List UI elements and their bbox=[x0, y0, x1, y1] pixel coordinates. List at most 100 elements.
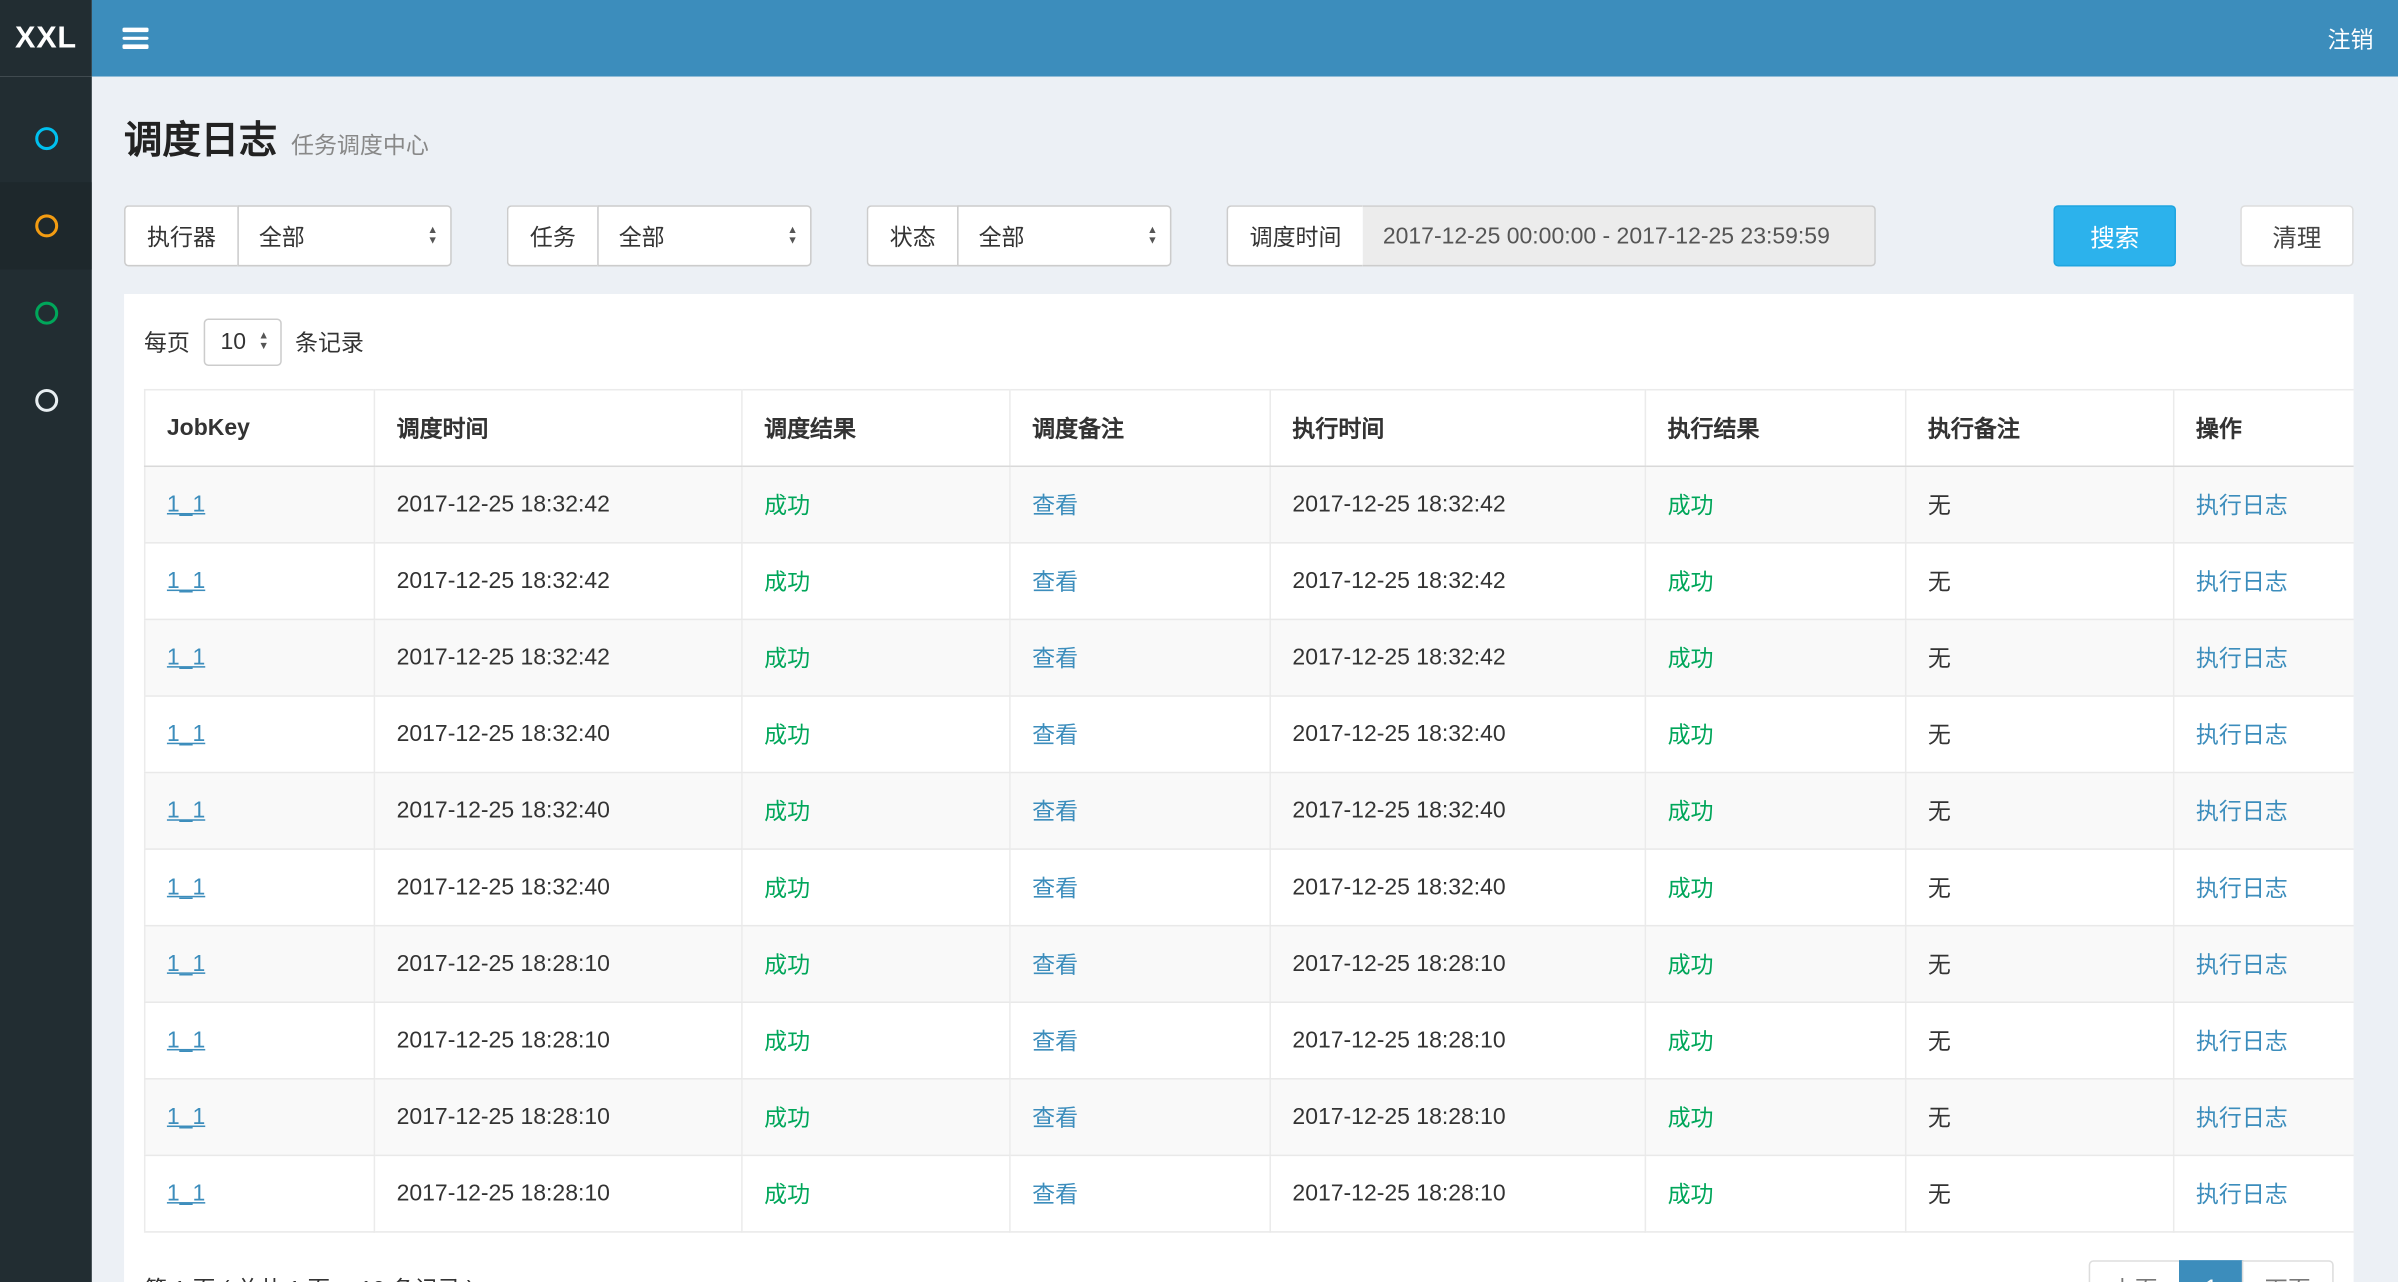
jobkey-link[interactable]: 1_1 bbox=[167, 1181, 205, 1207]
status-filter-group: 状态 全部 ▲▼ bbox=[867, 205, 1172, 266]
select-stepper-icon: ▲▼ bbox=[787, 226, 798, 246]
trigger-remark-link[interactable]: 查看 bbox=[1032, 1106, 1078, 1132]
page-header: 调度日志任务调度中心 bbox=[124, 110, 2354, 165]
jobkey-link[interactable]: 1_1 bbox=[167, 1104, 205, 1130]
trigger-remark-link[interactable]: 查看 bbox=[1032, 723, 1078, 749]
content: 调度日志任务调度中心 执行器 全部 ▲▼ 任务 全部 ▲▼ bbox=[92, 77, 2398, 1282]
logout-link[interactable]: 注销 bbox=[2328, 22, 2374, 54]
exec-log-link[interactable]: 执行日志 bbox=[2196, 1029, 2288, 1055]
select-stepper-icon: ▲▼ bbox=[427, 226, 438, 246]
executor-filter-label: 执行器 bbox=[124, 205, 237, 266]
exec-result-cell: 成功 bbox=[1645, 619, 1905, 696]
sidebar-item-4[interactable] bbox=[0, 357, 92, 444]
jobkey-link[interactable]: 1_1 bbox=[167, 645, 205, 671]
page-size-select[interactable]: 10 ▲▼ bbox=[204, 319, 282, 366]
status-select[interactable]: 全部 ▲▼ bbox=[957, 205, 1171, 266]
exec-time-cell: 2017-12-25 18:32:42 bbox=[1270, 466, 1645, 543]
exec-result-cell: 成功 bbox=[1645, 1079, 1905, 1156]
page-size-prefix: 每页 bbox=[144, 326, 190, 358]
trigger-time-cell: 2017-12-25 18:28:10 bbox=[374, 1079, 742, 1156]
table-row: 1_12017-12-25 18:32:42成功查看2017-12-25 18:… bbox=[145, 543, 2354, 620]
trigger-remark-link[interactable]: 查看 bbox=[1032, 493, 1078, 519]
job-select[interactable]: 全部 ▲▼ bbox=[597, 205, 811, 266]
executor-select[interactable]: 全部 ▲▼ bbox=[237, 205, 451, 266]
sidebar-item-1[interactable] bbox=[0, 95, 92, 182]
jobkey-link[interactable]: 1_1 bbox=[167, 721, 205, 747]
exec-log-link[interactable]: 执行日志 bbox=[2196, 1106, 2288, 1132]
jobkey-link[interactable]: 1_1 bbox=[167, 951, 205, 977]
sidebar-item-3[interactable] bbox=[0, 270, 92, 357]
trigger-time-cell: 2017-12-25 18:28:10 bbox=[374, 926, 742, 1003]
page-size-suffix: 条记录 bbox=[295, 326, 364, 358]
exec-log-link[interactable]: 执行日志 bbox=[2196, 723, 2288, 749]
jobkey-link[interactable]: 1_1 bbox=[167, 874, 205, 900]
trigger-remark-link[interactable]: 查看 bbox=[1032, 570, 1078, 596]
exec-remark-cell: 无 bbox=[1906, 619, 2174, 696]
trigger-remark-link[interactable]: 查看 bbox=[1032, 952, 1078, 978]
trigger-remark-link[interactable]: 查看 bbox=[1032, 1029, 1078, 1055]
jobkey-link[interactable]: 1_1 bbox=[167, 492, 205, 518]
trigger-time-cell: 2017-12-25 18:32:42 bbox=[374, 466, 742, 543]
search-button[interactable]: 搜索 bbox=[2053, 205, 2176, 266]
exec-remark-cell: 无 bbox=[1906, 926, 2174, 1003]
exec-log-link[interactable]: 执行日志 bbox=[2196, 1182, 2288, 1208]
filter-bar: 执行器 全部 ▲▼ 任务 全部 ▲▼ 状态 全部 bbox=[124, 205, 2354, 266]
pagination: 上页 1 下页 bbox=[2089, 1260, 2334, 1282]
page-size-row: 每页 10 ▲▼ 条记录 bbox=[144, 319, 2334, 366]
top-navbar: XXL 注销 bbox=[0, 0, 2398, 77]
col-header-action: 操作 bbox=[2174, 390, 2354, 467]
jobkey-link[interactable]: 1_1 bbox=[167, 798, 205, 824]
time-filter-group: 调度时间 bbox=[1227, 205, 1876, 266]
trigger-time-cell: 2017-12-25 18:32:42 bbox=[374, 543, 742, 620]
table-row: 1_12017-12-25 18:32:40成功查看2017-12-25 18:… bbox=[145, 696, 2354, 773]
exec-log-link[interactable]: 执行日志 bbox=[2196, 799, 2288, 825]
trigger-remark-link[interactable]: 查看 bbox=[1032, 799, 1078, 825]
sidebar-toggle-icon[interactable] bbox=[116, 19, 154, 58]
exec-log-link[interactable]: 执行日志 bbox=[2196, 952, 2288, 978]
exec-log-link[interactable]: 执行日志 bbox=[2196, 570, 2288, 596]
trigger-remark-link[interactable]: 查看 bbox=[1032, 1182, 1078, 1208]
exec-result-cell: 成功 bbox=[1645, 696, 1905, 773]
table-row: 1_12017-12-25 18:32:42成功查看2017-12-25 18:… bbox=[145, 466, 2354, 543]
circle-icon bbox=[34, 127, 57, 150]
job-select-value: 全部 bbox=[619, 220, 665, 252]
current-page-button[interactable]: 1 bbox=[2179, 1260, 2243, 1282]
col-header-jobkey: JobKey bbox=[145, 390, 375, 467]
exec-time-cell: 2017-12-25 18:32:40 bbox=[1270, 773, 1645, 850]
table-row: 1_12017-12-25 18:28:10成功查看2017-12-25 18:… bbox=[145, 1002, 2354, 1079]
trigger-time-cell: 2017-12-25 18:32:40 bbox=[374, 773, 742, 850]
trigger-remark-link[interactable]: 查看 bbox=[1032, 646, 1078, 672]
trigger-time-cell: 2017-12-25 18:28:10 bbox=[374, 1155, 742, 1232]
app-logo[interactable]: XXL bbox=[0, 0, 92, 77]
trigger-result-cell: 成功 bbox=[742, 619, 1010, 696]
clear-button[interactable]: 清理 bbox=[2240, 205, 2353, 266]
sidebar-item-2[interactable] bbox=[0, 182, 92, 269]
exec-result-cell: 成功 bbox=[1645, 849, 1905, 926]
col-header-exec-time: 执行时间 bbox=[1270, 390, 1645, 467]
status-select-value: 全部 bbox=[979, 220, 1025, 252]
table-row: 1_12017-12-25 18:28:10成功查看2017-12-25 18:… bbox=[145, 1155, 2354, 1232]
col-header-trigger-remark: 调度备注 bbox=[1010, 390, 1270, 467]
exec-log-link[interactable]: 执行日志 bbox=[2196, 876, 2288, 902]
trigger-result-cell: 成功 bbox=[742, 466, 1010, 543]
exec-log-link[interactable]: 执行日志 bbox=[2196, 493, 2288, 519]
trigger-result-cell: 成功 bbox=[742, 926, 1010, 1003]
executor-select-value: 全部 bbox=[259, 220, 305, 252]
col-header-exec-result: 执行结果 bbox=[1645, 390, 1905, 467]
trigger-result-cell: 成功 bbox=[742, 773, 1010, 850]
exec-log-link[interactable]: 执行日志 bbox=[2196, 646, 2288, 672]
exec-result-cell: 成功 bbox=[1645, 466, 1905, 543]
job-filter-group: 任务 全部 ▲▼ bbox=[507, 205, 812, 266]
time-range-input[interactable] bbox=[1363, 205, 1876, 266]
exec-result-cell: 成功 bbox=[1645, 543, 1905, 620]
trigger-remark-link[interactable]: 查看 bbox=[1032, 876, 1078, 902]
app-root: XXL 注销 调度日志任务调度中心 bbox=[0, 0, 2398, 1282]
exec-result-cell: 成功 bbox=[1645, 926, 1905, 1003]
status-filter-label: 状态 bbox=[867, 205, 957, 266]
prev-page-button[interactable]: 上页 bbox=[2089, 1260, 2181, 1282]
jobkey-link[interactable]: 1_1 bbox=[167, 568, 205, 594]
exec-time-cell: 2017-12-25 18:28:10 bbox=[1270, 1002, 1645, 1079]
next-page-button[interactable]: 下页 bbox=[2242, 1260, 2334, 1282]
jobkey-link[interactable]: 1_1 bbox=[167, 1028, 205, 1054]
table-row: 1_12017-12-25 18:28:10成功查看2017-12-25 18:… bbox=[145, 926, 2354, 1003]
